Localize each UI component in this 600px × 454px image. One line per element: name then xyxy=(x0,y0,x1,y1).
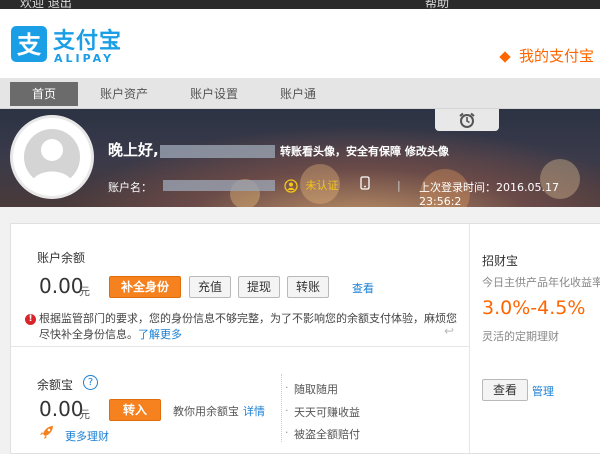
help-icon[interactable]: ? xyxy=(83,375,98,390)
zhaocaibao-desc: 灵活的定期理财 xyxy=(482,330,559,343)
masked-username xyxy=(160,145,275,158)
zhaocaibao-title: 招财宝 xyxy=(482,254,519,268)
reminder-tab[interactable] xyxy=(435,109,499,131)
main-nav: 首页 账户资产 账户设置 账户通 xyxy=(0,78,600,109)
avatar[interactable] xyxy=(10,115,94,199)
zhaocaibao-view-button[interactable]: 查看 xyxy=(482,379,528,401)
feature-item: 随取随用 xyxy=(285,381,338,397)
header: 支 支付宝 ALIPAY 我的支付宝 xyxy=(0,9,600,78)
yuebao-amount: 0.00 xyxy=(39,397,84,421)
edit-avatar-link[interactable]: 修改头像 xyxy=(405,145,449,158)
top-bar-left-text[interactable]: 欢迎 退出 xyxy=(20,0,72,9)
more-wealth-link[interactable]: 更多理财 xyxy=(65,428,109,444)
identity-notice-text: 根据监管部门的要求，您的身份信息不够完整，为了不影响您的余额支付体验，麻烦您尽快… xyxy=(39,312,457,341)
transfer-button[interactable]: 转账 xyxy=(287,276,329,298)
top-bar: 欢迎 退出 帮助 xyxy=(0,0,600,9)
rocket-icon xyxy=(39,424,55,444)
return-arrow-icon: ↩ xyxy=(444,324,455,338)
yuebao-unit: 元 xyxy=(79,408,90,421)
profile-banner: 晚上好, 转账看头像，安全有保障 修改头像 账户名： 未认证 | 上次登录时间：… xyxy=(0,109,600,207)
top-bar-help-link[interactable]: 帮助 xyxy=(425,0,449,9)
tab-account-settings[interactable]: 账户设置 xyxy=(182,83,246,105)
greeting: 晚上好, xyxy=(108,141,159,159)
tab-home[interactable]: 首页 xyxy=(10,82,78,106)
my-alipay-label: 我的支付宝 xyxy=(518,47,594,65)
verify-status-text: 未认证 xyxy=(305,179,339,192)
user-verify-icon xyxy=(284,179,298,193)
verify-status[interactable]: 未认证 xyxy=(284,177,339,193)
account-panel: 账户余额 0.00 元 补全身份 充值 提现 转账 查看 ! 根据监管部门的要求… xyxy=(10,223,600,454)
vertical-divider xyxy=(469,224,470,453)
avatar-tip: 转账看头像，安全有保障 修改头像 xyxy=(280,143,449,159)
withdraw-button[interactable]: 提现 xyxy=(238,276,280,298)
yuebao-detail-link[interactable]: 详情 xyxy=(243,403,265,419)
recharge-button[interactable]: 充值 xyxy=(189,276,231,298)
diamond-icon xyxy=(499,50,511,63)
svg-text:支: 支 xyxy=(17,31,42,59)
identity-notice: 根据监管部门的要求，您的身份信息不够完整，为了不影响您的余额支付体验，麻烦您尽快… xyxy=(39,311,459,343)
dotted-divider xyxy=(281,374,283,442)
warning-icon: ! xyxy=(25,314,36,325)
feature-item: 被盗全额赔付 xyxy=(285,426,360,442)
alipay-logo-icon[interactable]: 支 xyxy=(11,26,47,62)
yuebao-title: 余额宝 xyxy=(37,378,74,392)
zhaocaibao-manage-link[interactable]: 管理 xyxy=(532,383,554,399)
balance-amount: 0.00 xyxy=(39,274,84,298)
zhaocaibao-rate: 3.0%-4.5% xyxy=(482,297,586,319)
transfer-in-button[interactable]: 转入 xyxy=(109,399,161,421)
complete-identity-button[interactable]: 补全身份 xyxy=(109,276,181,298)
account-label: 账户名： xyxy=(108,181,152,194)
learn-more-link[interactable]: 了解更多 xyxy=(138,328,182,341)
tab-account-connect[interactable]: 账户通 xyxy=(272,83,324,105)
feature-item: 天天可赚收益 xyxy=(285,404,360,420)
masked-account-name xyxy=(163,180,275,191)
default-user-icon xyxy=(24,129,80,185)
view-balance-link[interactable]: 查看 xyxy=(352,280,374,296)
balance-title: 账户余额 xyxy=(37,251,86,265)
balance-unit: 元 xyxy=(79,285,90,298)
section-divider xyxy=(11,346,469,347)
tab-account-assets[interactable]: 账户资产 xyxy=(92,83,156,105)
alarm-clock-icon xyxy=(459,112,475,128)
yuebao-guide: 教你用余额宝 xyxy=(173,405,239,418)
logo-text-en: ALIPAY xyxy=(54,52,115,65)
logo-text-cn[interactable]: 支付宝 xyxy=(53,23,122,55)
my-alipay-link[interactable]: 我的支付宝 xyxy=(499,45,594,66)
last-login: 上次登录时间：2016.05.17 23:56:2 xyxy=(419,181,559,207)
avatar-tip-text: 转账看头像，安全有保障 xyxy=(280,145,401,158)
zhaocaibao-subtitle: 今日主供产品年化收益率 xyxy=(482,276,600,289)
info-separator: | xyxy=(397,179,401,192)
mobile-icon[interactable] xyxy=(359,176,371,193)
